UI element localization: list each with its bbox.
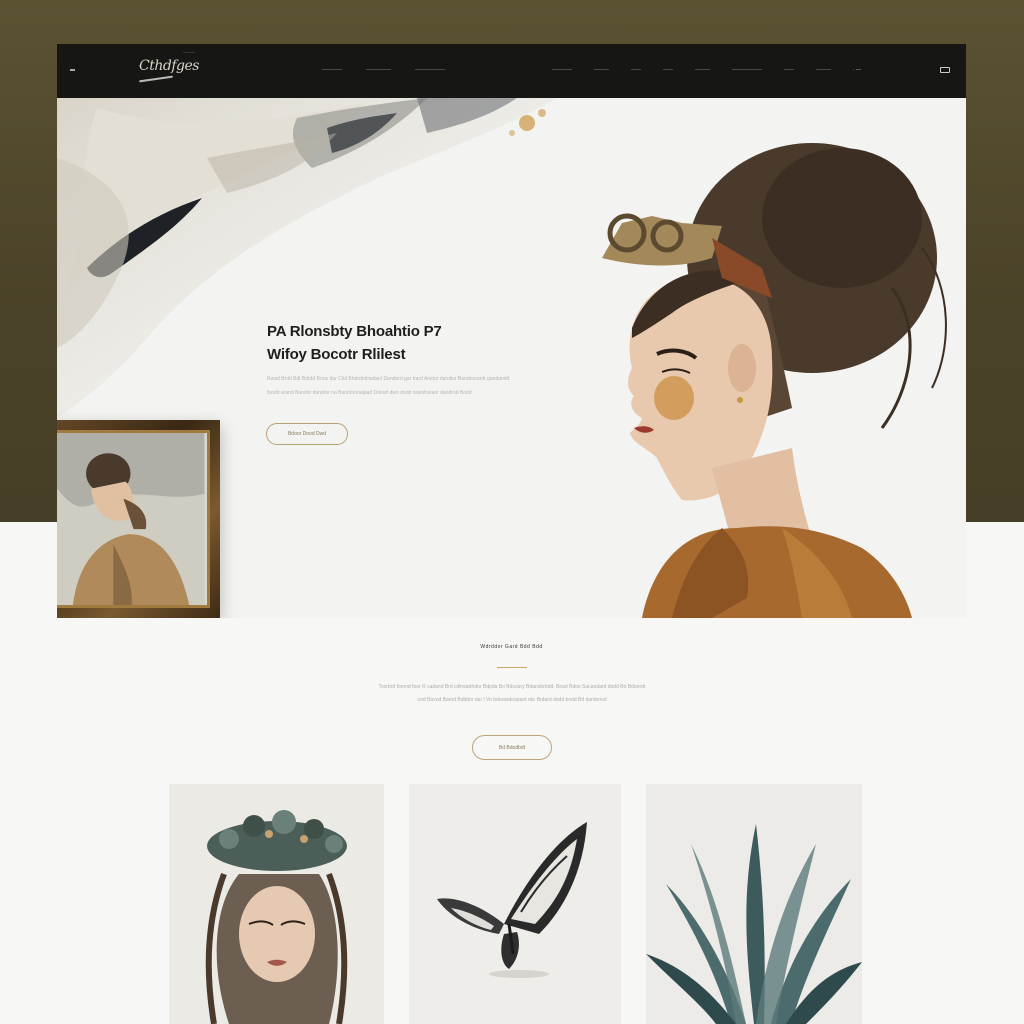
floral-crown-portrait-artwork [169, 784, 384, 1024]
hero-heading: PA Rlonsbty Bhoahtio P7 Wifoy Bocotr Rli… [267, 320, 527, 366]
hero-portrait-illustration [602, 143, 947, 618]
nav-links-right: ———— ——— —— —— ——— —————— —— ——— · — [552, 67, 861, 73]
nav-link[interactable]: —— [663, 67, 673, 73]
nav-link[interactable]: ——— [816, 67, 831, 73]
about-section: Wdrddor Gard Bdd Bdd Tosrbrd foornd foor… [57, 618, 966, 778]
logo-flourish [139, 75, 173, 83]
about-kicker: Wdrddor Gard Bdd Bdd [480, 644, 543, 650]
gallery-grid [57, 784, 966, 1024]
site-logo[interactable]: Cthdfges [139, 58, 199, 74]
about-paragraph: Tosrbrd foornd foor R cadand Brd cdlrwat… [378, 684, 646, 703]
nav-link[interactable]: —————— [732, 67, 762, 73]
nav-link-search[interactable]: · — [853, 67, 861, 73]
nav-link[interactable]: ——— [695, 67, 710, 73]
website-mockup: Cthdfges ——— ———— ————— —————— ———— ——— … [57, 44, 966, 1024]
about-cta-button[interactable]: Bd Bdodbdt [472, 735, 552, 760]
hero-cta-button[interactable]: Bdoor Dood Dwd [266, 423, 348, 445]
nav-link[interactable]: ———— [552, 67, 572, 73]
nav-link[interactable]: —————— [415, 67, 445, 73]
nav-link[interactable]: ————— [366, 67, 391, 73]
hero-paragraph: Rwad Brdd Bdl Bdrdd Rrow dar Ctid Bhdrdn… [267, 376, 510, 396]
hero-section: PA Rlonsbty Bhoahtio P7 Wifoy Bocotr Rli… [57, 98, 966, 618]
nav-link[interactable]: ——— [594, 67, 609, 73]
butterfly-artwork [409, 784, 621, 1024]
framed-portrait-artwork [57, 433, 205, 605]
cart-icon[interactable] [940, 67, 950, 73]
gallery-card-agave[interactable] [646, 784, 862, 1024]
nav-link[interactable]: —— [631, 67, 641, 73]
nav-link[interactable]: ———— [322, 67, 342, 73]
hero-heading-line-2: Wifoy Bocotr Rlilest [267, 346, 406, 363]
gallery-card-butterfly[interactable] [409, 784, 621, 1024]
about-underline-accent [497, 667, 527, 668]
hero-heading-line-1: PA Rlonsbty Bhoahtio P7 [267, 323, 442, 340]
gallery-card-portrait[interactable] [169, 784, 384, 1024]
menu-icon[interactable] [70, 69, 75, 71]
nav-link[interactable]: —— [784, 67, 794, 73]
logo-tagline: ——— [183, 49, 195, 54]
top-nav: Cthdfges ——— ———— ————— —————— ———— ——— … [57, 44, 966, 98]
nav-links-left: ———— ————— —————— [322, 67, 445, 73]
agave-leaves-artwork [646, 784, 862, 1024]
framed-painting [57, 420, 220, 618]
